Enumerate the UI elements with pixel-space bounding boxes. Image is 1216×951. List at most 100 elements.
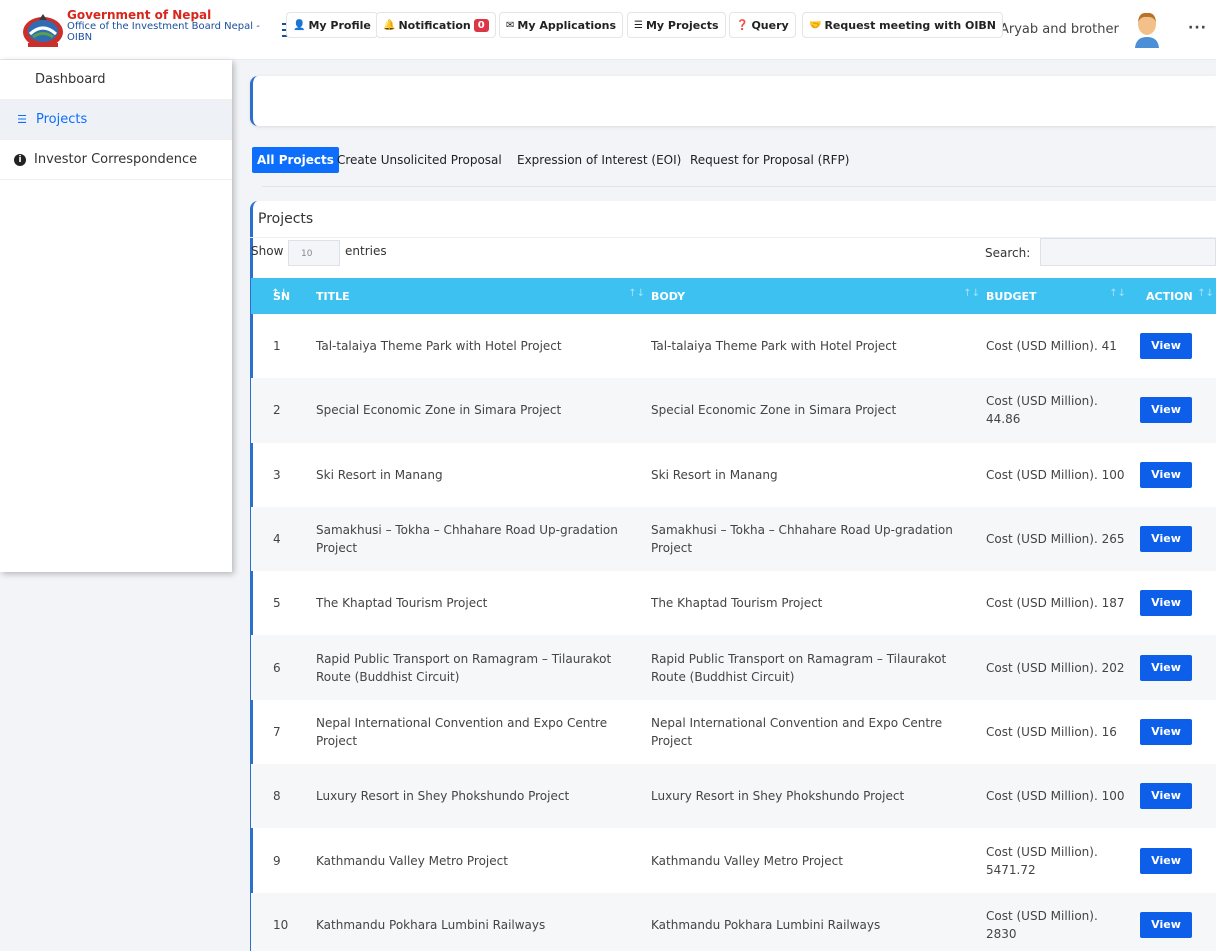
cell-sn: 6 xyxy=(273,660,281,675)
user-name[interactable]: Aryab and brother xyxy=(1000,22,1119,37)
cell-budget: Cost (USD Million). 2830 xyxy=(986,908,1098,941)
handshake-icon: 🤝 xyxy=(809,19,822,31)
view-button[interactable]: View xyxy=(1140,590,1192,617)
view-button[interactable]: View xyxy=(1140,911,1192,938)
cell-body: Kathmandu Pokhara Lumbini Railways xyxy=(651,917,881,932)
my-projects-button[interactable]: ☰ My Projects xyxy=(627,12,726,38)
cell-body: Rapid Public Transport on Ramagram – Til… xyxy=(651,651,947,684)
notification-button[interactable]: 🔔 Notification 0 xyxy=(376,12,496,38)
sidebar-item-label: Investor Correspondence xyxy=(34,152,198,167)
view-button[interactable]: View xyxy=(1140,718,1192,745)
cell-body: Samakhusi – Tokha – Chhahare Road Up-gra… xyxy=(651,523,953,556)
cell-sn: 2 xyxy=(273,403,281,418)
cell-title: Luxury Resort in Shey Phokshundo Project xyxy=(316,789,570,804)
cell-title: Samakhusi – Tokha – Chhahare Road Up-gra… xyxy=(316,523,618,556)
cell-action: View xyxy=(1132,378,1216,442)
cell-budget: Cost (USD Million). 100 xyxy=(986,789,1125,804)
view-button[interactable]: View xyxy=(1140,654,1192,681)
quick-actions-bar xyxy=(250,76,1216,126)
cell-body: Ski Resort in Manang xyxy=(651,467,778,482)
my-profile-button[interactable]: 👤 My Profile xyxy=(286,12,378,38)
entries-label: entries xyxy=(345,244,387,258)
column-header-sn[interactable]: SN ↑↓ xyxy=(251,278,316,314)
notification-count-badge: 0 xyxy=(473,18,489,32)
table-row: 4 Samakhusi – Tokha – Chhahare Road Up-gr… xyxy=(251,506,1216,572)
cell-sn: 1 xyxy=(273,339,281,354)
sort-icon: ↑↓ xyxy=(271,288,288,299)
view-button[interactable]: View xyxy=(1140,461,1192,488)
query-label: Query xyxy=(751,18,789,32)
user-avatar[interactable] xyxy=(1133,10,1161,48)
cell-budget: Cost (USD Million). 5471.72 xyxy=(986,844,1098,877)
column-header-title[interactable]: TITLE ↑↓ xyxy=(316,278,651,314)
cell-action: View xyxy=(1132,700,1216,764)
list-icon: ☰ xyxy=(17,113,27,126)
brand-line-2: Office of the Investment Board Nepal - xyxy=(67,21,260,32)
column-label: ACTION xyxy=(1146,289,1193,303)
cell-sn: 3 xyxy=(273,467,281,482)
cell-action: View xyxy=(1132,443,1216,507)
projects-title: Projects xyxy=(258,211,314,227)
tab-request-for-proposal[interactable]: Request for Proposal (RFP) xyxy=(690,147,849,173)
sort-icon: ↑↓ xyxy=(1197,288,1214,299)
tab-expression-of-interest[interactable]: Expression of Interest (EOI) xyxy=(517,147,681,173)
cell-budget: Cost (USD Million). 44.86 xyxy=(986,394,1098,427)
my-applications-button[interactable]: ✉ My Applications xyxy=(499,12,624,38)
table-row: 8 Luxury Resort in Shey Phokshundo Projec… xyxy=(251,764,1216,829)
view-button[interactable]: View xyxy=(1140,847,1192,874)
cell-title: Kathmandu Valley Metro Project xyxy=(316,853,508,868)
view-button[interactable]: View xyxy=(1140,783,1192,810)
cell-body: Luxury Resort in Shey Phokshundo Project xyxy=(651,789,905,804)
cell-title: Tal-talaiya Theme Park with Hotel Projec… xyxy=(316,339,562,354)
table-row: 1 Tal-talaiya Theme Park with Hotel Proje… xyxy=(251,314,1216,378)
cell-action: View xyxy=(1132,571,1216,635)
view-button[interactable]: View xyxy=(1140,397,1192,424)
table-row: 10 Kathmandu Pokhara Lumbini Railways Kath… xyxy=(251,892,1216,951)
cell-sn: 10 xyxy=(273,917,289,932)
more-options-icon[interactable]: ··· xyxy=(1188,20,1207,36)
brand-text: Government of Nepal Office of the Invest… xyxy=(67,9,260,43)
table-row: 6 Rapid Public Transport on Ramagram – Ti… xyxy=(251,635,1216,700)
sidebar-item-dashboard[interactable]: Dashboard xyxy=(0,60,232,100)
sidebar-item-investor-correspondence[interactable]: i Investor Correspondence xyxy=(0,140,232,180)
request-meeting-button[interactable]: 🤝 Request meeting with OIBN xyxy=(802,12,1004,38)
sidebar-item-label: Projects xyxy=(36,112,88,127)
cell-budget: Cost (USD Million). 41 xyxy=(986,339,1117,354)
column-label: BODY xyxy=(651,289,686,303)
query-button[interactable]: ❓ Query xyxy=(729,12,796,38)
column-header-body[interactable]: BODY ↑↓ xyxy=(651,278,986,314)
request-meeting-label: Request meeting with OIBN xyxy=(824,18,997,32)
user-icon: 👤 xyxy=(293,19,306,31)
cell-body: The Khaptad Tourism Project xyxy=(651,596,823,611)
sidebar: Dashboard ☰ Projects i Investor Correspo… xyxy=(0,60,232,572)
envelope-icon: ✉ xyxy=(506,19,515,31)
table-row: 2 Special Economic Zone in Simara Project… xyxy=(251,378,1216,443)
table-row: 5 The Khaptad Tourism Project The Khaptad … xyxy=(251,571,1216,635)
sort-icon: ↑↓ xyxy=(963,288,980,299)
table-header-row: SN ↑↓ TITLE ↑↓ BODY ↑↓ BUDGET ↑↓ ACTION ↑↓ xyxy=(251,278,1216,314)
nepal-emblem-logo[interactable] xyxy=(20,10,66,50)
entries-select[interactable]: 10 xyxy=(288,240,340,266)
column-header-action[interactable]: ACTION ↑↓ xyxy=(1132,278,1216,314)
search-input[interactable] xyxy=(1040,238,1216,266)
column-header-budget[interactable]: BUDGET ↑↓ xyxy=(986,278,1132,314)
cell-sn: 7 xyxy=(273,724,281,739)
cell-sn: 4 xyxy=(273,532,281,547)
tab-create-unsolicited-proposal[interactable]: Create Unsolicited Proposal xyxy=(337,147,502,173)
bell-icon: 🔔 xyxy=(383,19,396,31)
my-profile-label: My Profile xyxy=(308,18,371,32)
cell-sn: 5 xyxy=(273,596,281,611)
view-button[interactable]: View xyxy=(1140,526,1192,553)
tab-all-projects[interactable]: All Projects xyxy=(252,147,339,173)
show-label: Show xyxy=(251,244,284,258)
info-icon: i xyxy=(14,153,26,166)
sidebar-item-projects[interactable]: ☰ Projects xyxy=(0,100,232,140)
table-body: 1 Tal-talaiya Theme Park with Hotel Proje… xyxy=(251,314,1216,951)
cell-body: Special Economic Zone in Simara Project xyxy=(651,403,897,418)
cell-sn: 9 xyxy=(273,853,281,868)
cell-budget: Cost (USD Million). 265 xyxy=(986,532,1125,547)
cell-title: Ski Resort in Manang xyxy=(316,467,443,482)
view-button[interactable]: View xyxy=(1140,333,1192,360)
list-icon: ☰ xyxy=(634,19,643,31)
cell-body: Kathmandu Valley Metro Project xyxy=(651,853,843,868)
